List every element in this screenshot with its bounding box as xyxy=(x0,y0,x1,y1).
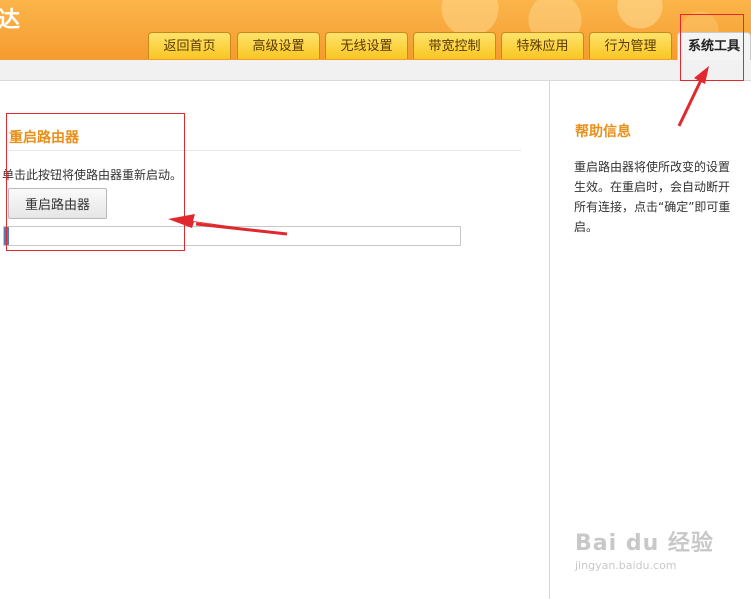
help-body-text: 重启路由器将使所改变的设置生效。在重启时，会自动断开所有连接，点击“确定”即可重… xyxy=(574,160,731,234)
header-banner: 达 返回首页 高级设置 无线设置 带宽控制 特殊应用 行为管理 系统工具 xyxy=(0,0,751,60)
sub-navigation-bar xyxy=(0,60,751,81)
tab-advanced-settings[interactable]: 高级设置 xyxy=(237,32,320,59)
tab-home[interactable]: 返回首页 xyxy=(148,32,231,59)
help-panel: 帮助信息 重启路由器将使所改变的设置生效。在重启时，会自动断开所有连接，点击“确… xyxy=(549,81,751,599)
tab-bandwidth-control[interactable]: 带宽控制 xyxy=(413,32,496,59)
tab-special-apps[interactable]: 特殊应用 xyxy=(501,32,584,59)
annotation-box-reboot xyxy=(6,113,185,251)
tab-wireless-settings[interactable]: 无线设置 xyxy=(325,32,408,59)
help-title: 帮助信息 xyxy=(575,124,631,140)
watermark-url: jingyan.baidu.com xyxy=(575,559,677,572)
annotation-box-system-tools xyxy=(680,14,744,81)
watermark: Bai du 经验 jingyan.baidu.com xyxy=(575,525,714,572)
tab-behavior-management[interactable]: 行为管理 xyxy=(589,32,672,59)
brand-logo-text: 达 xyxy=(0,8,21,33)
watermark-logo: Bai du 经验 xyxy=(575,531,714,556)
